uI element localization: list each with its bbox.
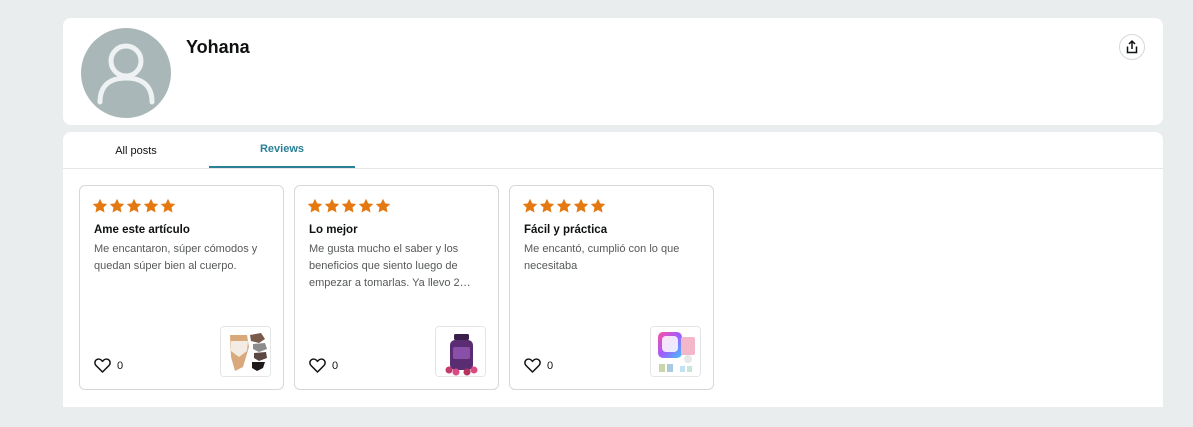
star-icon xyxy=(143,198,159,213)
product-thumbnail[interactable] xyxy=(650,326,701,377)
avatar xyxy=(81,28,171,118)
tab-reviews[interactable]: Reviews xyxy=(209,132,355,168)
like-count: 0 xyxy=(547,359,554,372)
star-rating xyxy=(92,198,176,214)
star-rating xyxy=(307,198,391,214)
review-card[interactable]: Ame este artículo Me encantaron, súper c… xyxy=(79,185,284,390)
star-icon xyxy=(92,198,108,213)
colorful-app-box-thumbnail xyxy=(651,327,700,376)
star-icon xyxy=(539,198,555,213)
star-icon xyxy=(522,198,538,213)
like-button[interactable]: 0 xyxy=(94,358,123,373)
star-icon xyxy=(341,198,357,213)
star-icon xyxy=(160,198,176,213)
review-title: Ame este artículo xyxy=(94,224,190,236)
product-thumbnail[interactable] xyxy=(220,326,271,377)
review-title: Fácil y práctica xyxy=(524,224,608,236)
profile-name: Yohana xyxy=(186,37,250,57)
star-icon xyxy=(109,198,125,213)
product-thumbnail[interactable] xyxy=(435,326,486,377)
star-icon xyxy=(375,198,391,213)
star-icon xyxy=(307,198,323,213)
star-rating xyxy=(522,198,606,214)
review-text: Me encantó, cumplió con lo que necesitab… xyxy=(524,243,680,272)
heart-icon xyxy=(94,358,111,373)
review-title: Lo mejor xyxy=(309,224,358,236)
heart-icon xyxy=(309,358,326,373)
reviews-panel: All posts Reviews Ame este artículo Me e… xyxy=(63,132,1163,407)
share-icon xyxy=(1126,40,1138,54)
review-text: Me gusta mucho el saber y los beneficios… xyxy=(309,243,471,289)
like-button[interactable]: 0 xyxy=(524,358,553,373)
review-text: Me encantaron, súper cómodos y quedan sú… xyxy=(94,243,258,272)
star-icon xyxy=(358,198,374,213)
star-icon xyxy=(573,198,589,213)
star-icon xyxy=(590,198,606,213)
heart-icon xyxy=(524,358,541,373)
review-card[interactable]: Lo mejor Me gusta mucho el saber y los b… xyxy=(294,185,499,390)
gummies-bottle-thumbnail xyxy=(436,327,485,376)
tab-all-posts[interactable]: All posts xyxy=(63,132,209,169)
review-card[interactable]: Fácil y práctica Me encantó, cumplió con… xyxy=(509,185,714,390)
default-user-icon xyxy=(97,43,155,105)
like-count: 0 xyxy=(117,359,124,372)
like-button[interactable]: 0 xyxy=(309,358,338,373)
share-button[interactable] xyxy=(1119,34,1145,60)
like-count: 0 xyxy=(332,359,339,372)
star-icon xyxy=(556,198,572,213)
tab-bar: All posts Reviews xyxy=(63,132,1163,169)
profile-header: Yohana xyxy=(63,18,1163,125)
underwear-product-thumbnail xyxy=(221,327,270,376)
star-icon xyxy=(126,198,142,213)
star-icon xyxy=(324,198,340,213)
